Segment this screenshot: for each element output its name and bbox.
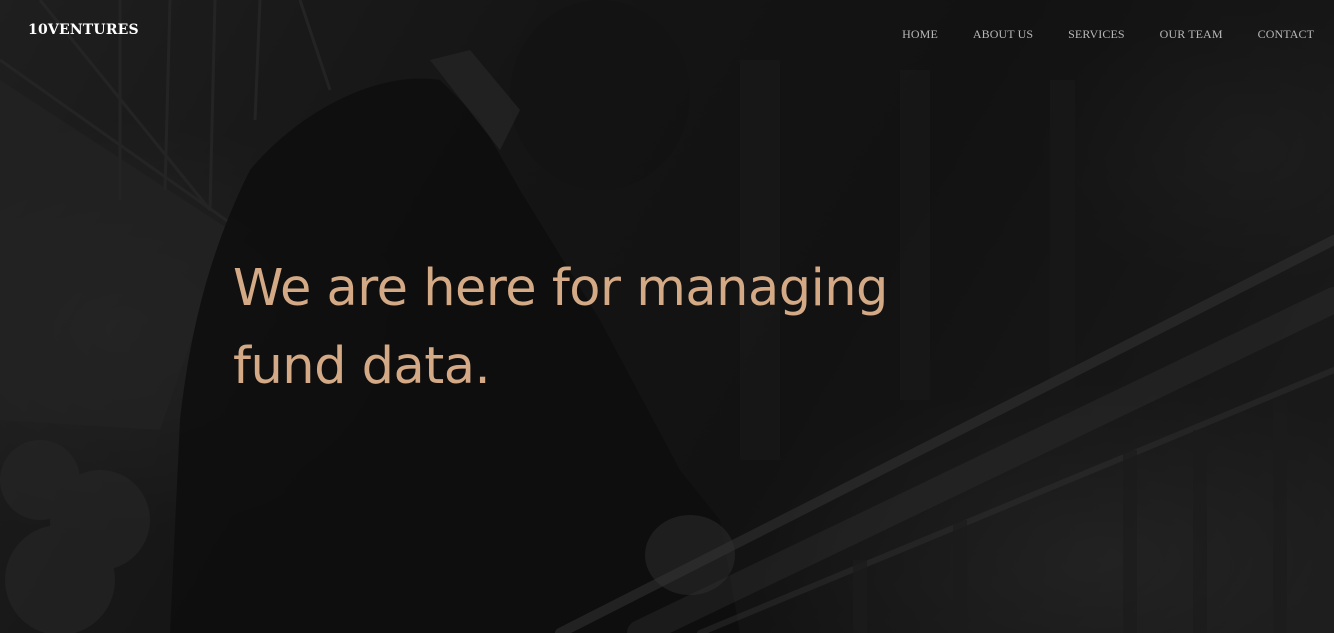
- top-navbar: 10VENTURES HOME ABOUT US SERVICES OUR TE…: [0, 0, 1334, 64]
- nav-link-home[interactable]: HOME: [902, 27, 938, 41]
- nav-item-about-us: ABOUT US: [973, 25, 1033, 43]
- nav-item-services: SERVICES: [1068, 25, 1125, 43]
- nav-link-about-us[interactable]: ABOUT US: [973, 27, 1033, 41]
- nav-item-home: HOME: [902, 25, 938, 43]
- nav-link-services[interactable]: SERVICES: [1068, 27, 1125, 41]
- nav-item-contact: CONTACT: [1258, 25, 1314, 43]
- hero-section: 10VENTURES HOME ABOUT US SERVICES OUR TE…: [0, 0, 1334, 633]
- brand-logo[interactable]: 10VENTURES: [28, 22, 139, 38]
- nav-link-our-team[interactable]: OUR TEAM: [1160, 27, 1223, 41]
- nav-menu: HOME ABOUT US SERVICES OUR TEAM CONTACT: [902, 25, 1314, 43]
- nav-link-contact[interactable]: CONTACT: [1258, 27, 1314, 41]
- hero-headline: We are here for managing fund data.: [233, 259, 888, 396]
- nav-item-our-team: OUR TEAM: [1160, 25, 1223, 43]
